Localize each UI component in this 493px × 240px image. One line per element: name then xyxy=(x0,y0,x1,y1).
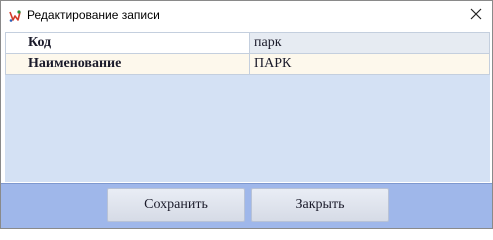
fields-grid: Код парк Наименование ПАРК xyxy=(5,32,490,75)
app-icon xyxy=(8,9,22,23)
close-button[interactable]: Закрыть xyxy=(251,188,389,222)
button-bar: Сохранить Закрыть xyxy=(1,183,492,228)
field-row-code: Код парк xyxy=(5,32,490,54)
edit-record-dialog: Редактирование записи Код парк Наименова… xyxy=(0,0,493,229)
window-title: Редактирование записи xyxy=(27,8,160,22)
field-label-name: Наименование xyxy=(5,53,250,75)
title-bar[interactable]: Редактирование записи xyxy=(1,1,492,31)
record-fields-panel: Код парк Наименование ПАРК xyxy=(5,32,490,182)
field-value-code[interactable]: парк xyxy=(249,32,490,54)
field-value-name[interactable]: ПАРК xyxy=(249,53,490,75)
save-button[interactable]: Сохранить xyxy=(107,188,245,222)
close-window-button[interactable] xyxy=(460,2,492,30)
field-row-name: Наименование ПАРК xyxy=(5,53,490,75)
close-icon xyxy=(470,7,482,25)
field-label-code: Код xyxy=(5,32,250,54)
